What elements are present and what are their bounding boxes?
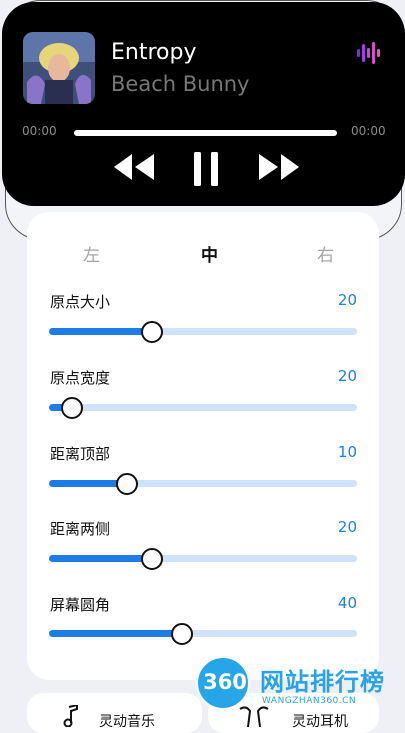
watermark-subtitle: WANGZHAN360.CN	[262, 696, 357, 706]
slider-fill	[49, 328, 151, 335]
next-track-button[interactable]	[257, 152, 301, 186]
slider-dot-size[interactable]	[49, 321, 357, 343]
elapsed-time: 00:00	[22, 124, 57, 138]
setting-label-dot-width: 原点宽度	[50, 369, 111, 387]
tab-right[interactable]: 右	[317, 241, 334, 266]
song-title: Entropy	[111, 40, 197, 65]
setting-label-screen-radius: 屏幕圆角	[50, 596, 111, 614]
audio-visualizer-icon	[357, 42, 381, 64]
slider-fill	[49, 630, 182, 637]
setting-value-dot-size: 20	[337, 291, 357, 309]
setting-label-side-distance: 距离两侧	[50, 520, 111, 538]
setting-value-side-distance: 20	[337, 518, 357, 536]
dynamic-music-card[interactable]: 灵动音乐	[27, 693, 202, 733]
music-note-icon	[63, 703, 79, 731]
site-watermark: 360 网站排行榜 WANGZHAN360.CN	[196, 656, 401, 712]
tab-center[interactable]: 中	[201, 241, 218, 266]
setting-value-screen-radius: 40	[337, 594, 357, 612]
slider-screen-radius[interactable]	[49, 623, 357, 645]
watermark-title: 网站排行榜	[260, 668, 385, 696]
song-artist: Beach Bunny	[111, 72, 250, 96]
slider-knob[interactable]	[140, 548, 163, 570]
slider-knob[interactable]	[140, 321, 163, 343]
slider-knob[interactable]	[116, 473, 138, 495]
playback-progress-bar[interactable]	[74, 130, 337, 136]
album-cover	[23, 32, 95, 104]
watermark-badge-text: 360	[203, 670, 247, 694]
slider-fill	[49, 480, 126, 487]
slider-dot-width[interactable]	[49, 397, 357, 419]
tab-left[interactable]: 左	[83, 241, 100, 266]
total-time: 00:00	[351, 124, 386, 138]
music-player-card: Entropy Beach Bunny 00:00 00:00	[2, 2, 405, 206]
slider-knob[interactable]	[171, 623, 194, 645]
dynamic-music-label: 灵动音乐	[99, 714, 155, 730]
slider-top-distance[interactable]	[49, 473, 357, 495]
watermark-badge: 360	[196, 656, 250, 710]
setting-label-top-distance: 距离顶部	[50, 445, 111, 463]
slider-fill	[49, 555, 151, 562]
pause-button[interactable]	[192, 152, 220, 190]
previous-track-button[interactable]	[112, 152, 156, 186]
slider-knob[interactable]	[60, 397, 83, 419]
settings-panel: 左 中 右 原点大小 20 原点宽度 20 距离顶部 10 距离两侧 20 屏幕…	[27, 212, 379, 680]
setting-value-dot-width: 20	[337, 367, 357, 385]
slider-side-distance[interactable]	[49, 548, 357, 570]
setting-value-top-distance: 10	[337, 443, 357, 461]
dynamic-earbuds-label: 灵动耳机	[292, 714, 348, 730]
setting-label-dot-size: 原点大小	[50, 293, 111, 311]
